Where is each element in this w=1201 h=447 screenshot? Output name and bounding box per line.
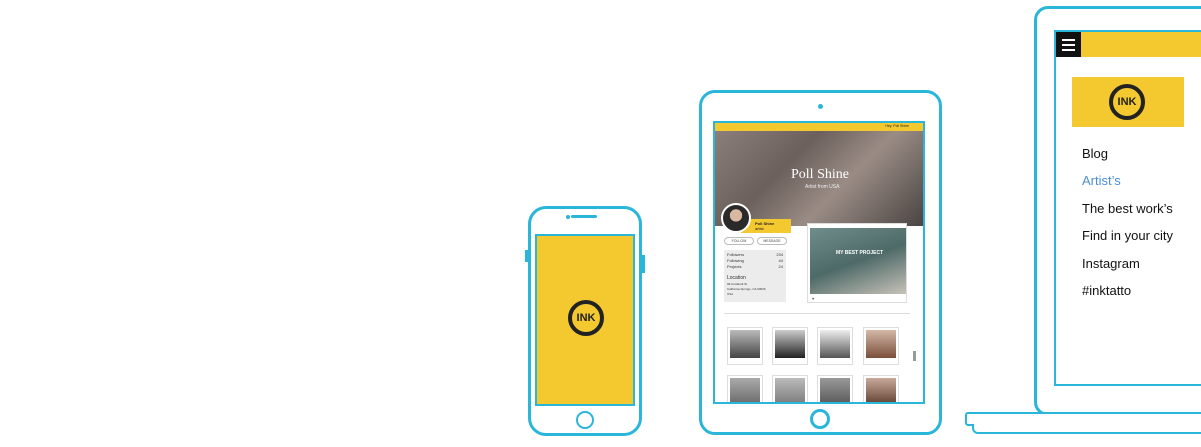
nav-item-find-city[interactable]: Find in your city [1082, 228, 1173, 243]
phone-side-button [642, 255, 645, 273]
tablet-topbar: Hey, Poll Shine [715, 123, 923, 131]
nav-item-artists[interactable]: Artist’s [1082, 173, 1121, 188]
hero-subtitle: Artist from USA [805, 184, 840, 190]
nav-item-best-works[interactable]: The best work’s [1082, 201, 1173, 216]
nav-item-instagram[interactable]: Instagram [1082, 256, 1140, 271]
tablet-camera [818, 104, 823, 109]
user-greeting[interactable]: Hey, Poll Shine [885, 124, 909, 128]
stat-row: Projects 24 [727, 264, 783, 269]
hero-name: Poll Shine [791, 167, 849, 182]
avatar[interactable] [721, 203, 751, 233]
divider [724, 313, 910, 314]
gallery-thumb[interactable] [817, 327, 853, 365]
logo-text: INK [576, 312, 596, 324]
gallery-thumb[interactable] [727, 375, 763, 402]
message-button[interactable]: MESSAGE [757, 237, 787, 245]
gallery-thumb[interactable] [772, 375, 808, 402]
location-label: Location [727, 275, 746, 281]
stat-row: Followers 234 [727, 252, 783, 257]
tablet-home-button[interactable] [810, 409, 830, 429]
tablet-screen: Hey, Poll Shine Poll Shine Artist from U… [713, 121, 925, 404]
hamburger-menu-icon[interactable] [1056, 32, 1081, 57]
phone-side-button [525, 250, 528, 262]
profile-sub: artist [755, 226, 764, 231]
gallery-thumb[interactable] [772, 327, 808, 365]
phone-home-button[interactable] [576, 411, 594, 429]
stat-row: Following 44 [727, 258, 783, 263]
nav-item-hashtag[interactable]: #inktatto [1082, 283, 1131, 298]
ink-logo: INK [568, 300, 604, 336]
nav-item-blog[interactable]: Blog [1082, 146, 1108, 161]
heart-icon[interactable]: ♥ [812, 296, 814, 301]
stats-panel: Followers 234 Following 44 Projects 24 Loca… [724, 250, 786, 302]
ink-logo[interactable]: INK [1109, 84, 1145, 120]
location-line: USA [727, 292, 734, 296]
best-project-image [810, 228, 906, 294]
gallery-thumb[interactable] [863, 375, 899, 402]
gallery-thumb[interactable] [817, 375, 853, 402]
scrollbar[interactable] [913, 351, 916, 361]
best-project-title: MY BEST PROJECT [836, 250, 884, 256]
gallery-thumb[interactable] [863, 327, 899, 365]
phone-speaker [571, 215, 597, 218]
follow-button[interactable]: FOLLOW [724, 237, 754, 245]
best-project-card[interactable]: MY BEST PROJECT ♥ [807, 223, 907, 303]
location-line: 99 Cortlandt St. [727, 282, 748, 286]
gallery-thumb[interactable] [727, 327, 763, 365]
logo-text: INK [1117, 96, 1137, 108]
phone-camera [566, 215, 570, 219]
location-line: California Springs, CA 00006 [727, 287, 766, 291]
laptop-base-bottom [972, 424, 1201, 434]
